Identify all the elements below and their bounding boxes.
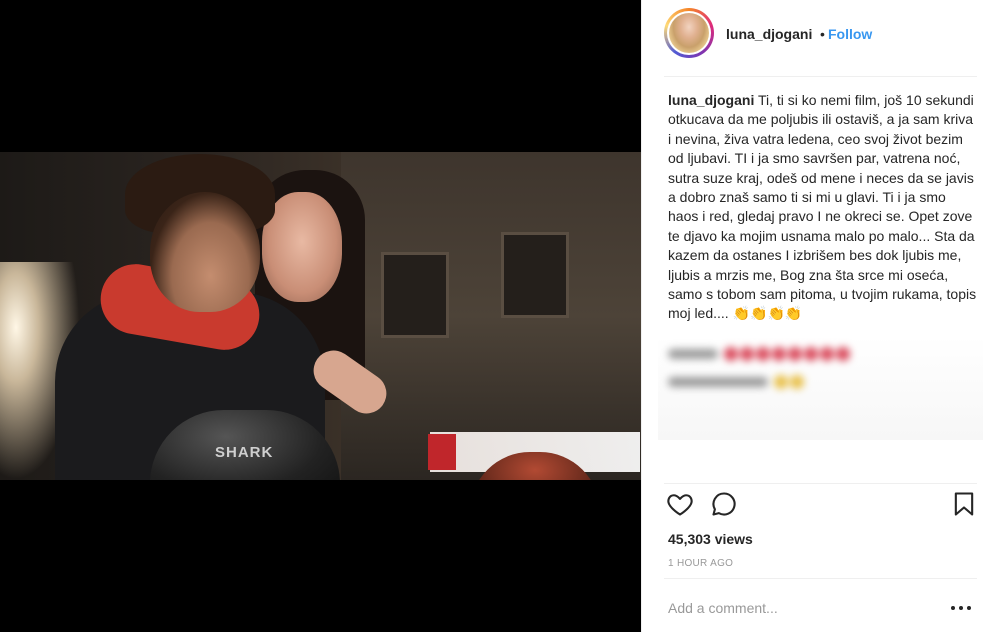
blurred-comment bbox=[668, 345, 908, 367]
follow-button[interactable]: Follow bbox=[828, 26, 872, 42]
post-media[interactable]: SHARK bbox=[0, 0, 641, 632]
caption-text: Ti, ti si ko nemi film, još 10 sekundi o… bbox=[668, 92, 977, 322]
speech-bubble-icon[interactable] bbox=[710, 490, 742, 522]
comment-input[interactable] bbox=[668, 598, 928, 618]
background-building bbox=[341, 152, 641, 480]
comment-divider bbox=[664, 578, 977, 579]
bookmark-icon[interactable] bbox=[950, 490, 982, 522]
post-timestamp[interactable]: 1 HOUR AGO bbox=[668, 558, 733, 569]
view-count[interactable]: 45,303 views bbox=[668, 531, 753, 547]
post-header: luna_djogani • Follow bbox=[642, 0, 1000, 76]
window bbox=[381, 252, 449, 338]
heart-outline-icon[interactable] bbox=[666, 490, 698, 522]
post-caption: luna_djogani Ti, ti si ko nemi film, još… bbox=[668, 91, 978, 324]
separator-dot: • bbox=[820, 26, 825, 42]
header-divider bbox=[664, 76, 977, 77]
actions-divider bbox=[664, 483, 977, 484]
video-frame[interactable]: SHARK bbox=[0, 152, 641, 480]
shop-sign-accent bbox=[428, 434, 456, 470]
action-bar bbox=[642, 490, 1000, 526]
post-panel: luna_djogani • Follow luna_djogani Ti, t… bbox=[641, 0, 1000, 632]
blurred-comment bbox=[668, 373, 838, 395]
ellipsis-icon[interactable] bbox=[948, 598, 974, 618]
avatar[interactable] bbox=[664, 8, 714, 58]
window bbox=[501, 232, 569, 318]
caption-username[interactable]: luna_djogani bbox=[668, 92, 754, 108]
username-link[interactable]: luna_djogani bbox=[726, 26, 812, 42]
avatar-image-frame bbox=[667, 11, 711, 55]
avatar-image bbox=[669, 13, 709, 53]
man-face bbox=[150, 192, 260, 312]
helmet-brand-text: SHARK bbox=[215, 444, 274, 461]
